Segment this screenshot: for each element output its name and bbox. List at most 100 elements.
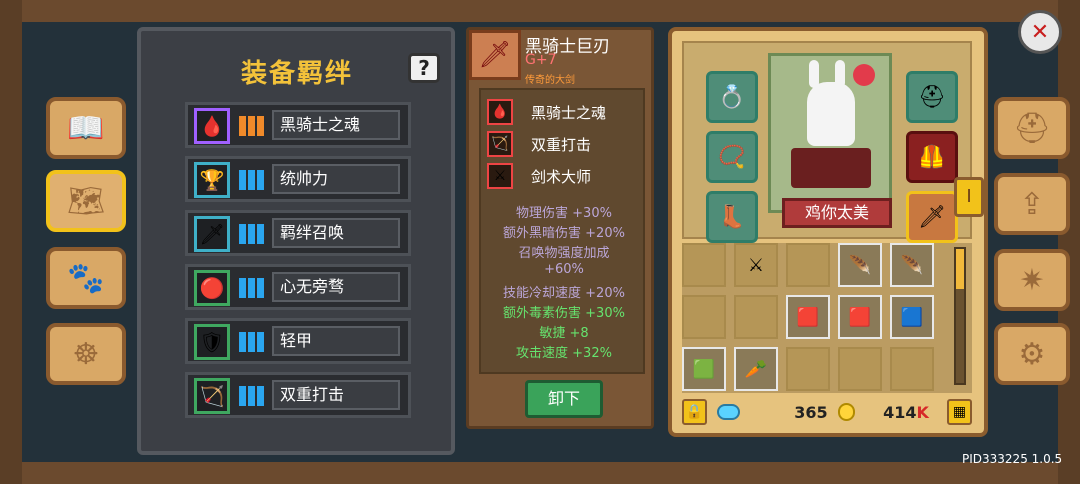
inv-red-card-1[interactable]: 🟥 xyxy=(786,295,830,339)
pet-tab[interactable]: 🐾 xyxy=(46,247,126,309)
bond-level-bars xyxy=(238,328,264,356)
inventory-empty-slot[interactable] xyxy=(682,295,726,339)
weapon-stat-line: 敏捷 +8 xyxy=(539,326,589,341)
inventory-empty-slot[interactable] xyxy=(734,295,778,339)
bond-label: 双重打击 xyxy=(272,380,400,410)
bond-row[interactable]: 🔴 心无旁骛 xyxy=(185,264,411,310)
weapon-skill-row: ⚔ 剑术大师 xyxy=(487,162,591,190)
weapon-detail-panel: 🗡 黑骑士巨刃 G+7 传奇的大剑 🩸 黑骑士之魂 🏹 双重打击 ⚔ 剑术大师 物理伤害 … xyxy=(466,27,654,429)
lock-button[interactable]: 🔒 xyxy=(682,399,708,425)
currency-bar: 🔒 365 414K ▦ xyxy=(682,397,972,427)
bond-row[interactable]: 🗡 羁绊召唤 xyxy=(185,210,411,256)
left-wood-border xyxy=(0,0,22,484)
skill-tab[interactable]: ✷ xyxy=(994,249,1070,311)
inventory-empty-slot[interactable] xyxy=(838,347,882,391)
close-icon: ✕ xyxy=(1030,19,1050,45)
bond-level-bar xyxy=(238,170,246,190)
scroll-icon: 🗺 xyxy=(66,183,106,219)
bottom-wood-border xyxy=(0,462,1080,484)
inventory-empty-slot[interactable] xyxy=(890,347,934,391)
coin-icon xyxy=(837,403,856,421)
amulet-slot[interactable]: 📿 xyxy=(706,131,758,183)
wheel-tab[interactable]: ☸ xyxy=(46,323,126,385)
weapon-stat-line: 额外黑暗伤害 +20% xyxy=(503,226,625,241)
weapon-skill-label: 双重打击 xyxy=(531,135,592,154)
close-button[interactable]: ✕ xyxy=(1018,10,1062,54)
helmet-icon: ⛑ xyxy=(1012,110,1052,146)
ring-slot[interactable]: 💍 xyxy=(706,71,758,123)
inv-feather-1[interactable]: 🪶 xyxy=(838,243,882,287)
inv-sword-locked[interactable]: ⚔ xyxy=(734,243,778,287)
bond-level-bar xyxy=(238,332,246,352)
gem-icon xyxy=(717,404,741,420)
bond-label: 统帅力 xyxy=(272,164,400,194)
focus-icon: 🔴 xyxy=(194,270,230,306)
upgrade-tab[interactable]: ⇪ xyxy=(994,173,1070,235)
character-portrait xyxy=(768,53,892,213)
light-armor-icon: 🛡 xyxy=(194,324,230,360)
inv-red-card-2[interactable]: 🟥 xyxy=(838,295,882,339)
inv-green-card[interactable]: 🟩 xyxy=(682,347,726,391)
bond-level-bar xyxy=(256,116,264,136)
inv-blue-card[interactable]: 🟦 xyxy=(890,295,934,339)
weapon-stats-box: 🩸 黑骑士之魂 🏹 双重打击 ⚔ 剑术大师 物理伤害 +30% 额外黑暗伤害 +20% 召唤物… xyxy=(479,88,645,374)
bond-level-bar xyxy=(256,224,264,244)
sort-grid-button[interactable]: ▦ xyxy=(946,399,972,425)
coin-value: 414 xyxy=(883,402,917,422)
helmet-tab[interactable]: ⛑ xyxy=(994,97,1070,159)
bond-level-bar xyxy=(256,332,264,352)
bond-label: 羁绊召唤 xyxy=(272,218,400,248)
inv-carrot[interactable]: 🥕 xyxy=(734,347,778,391)
inventory-scrollbar[interactable] xyxy=(954,247,966,385)
inventory-scroll-thumb[interactable] xyxy=(956,249,964,289)
weapon-stat-line: 攻击速度 +32% xyxy=(516,346,612,361)
inventory-empty-slot[interactable] xyxy=(786,347,830,391)
bond-level-bar xyxy=(247,278,255,298)
inventory-empty-slot[interactable] xyxy=(682,243,726,287)
help-button[interactable]: ? xyxy=(408,53,440,83)
bond-level-bars xyxy=(238,274,264,302)
equipment-zone: 💍 ⛑ 📿 🦺 👢 🗡 鸡你太美 xyxy=(682,41,972,243)
bond-row[interactable]: 🛡 轻甲 xyxy=(185,318,411,364)
right-wood-border xyxy=(1058,0,1080,484)
bond-level-bar xyxy=(256,386,264,406)
inventory-grid: ⚔ 🪶 🪶 🟥 🟥 🟦 🟩 🥕 xyxy=(682,243,972,393)
weapon-skill-row: 🩸 黑骑士之魂 xyxy=(487,98,606,126)
bond-level-bar xyxy=(238,278,246,298)
double-strike-icon: 🏹 xyxy=(194,378,230,414)
character-name: 鸡你太美 xyxy=(782,198,892,228)
sword-master-icon: ⚔ xyxy=(487,163,513,189)
settings-tab[interactable]: ⚙ xyxy=(994,323,1070,385)
bond-level-bar xyxy=(238,386,246,406)
helmet-slot[interactable]: ⛑ xyxy=(906,71,958,123)
weapon-subtitle: 传奇的大剑 xyxy=(525,75,575,86)
coin-count: 414K xyxy=(883,403,929,422)
weapon-slot[interactable]: 🗡 xyxy=(906,191,958,243)
upgrade-icon: ⇪ xyxy=(1019,186,1045,222)
armor-slot[interactable]: 🦺 xyxy=(906,131,958,183)
bond-label: 心无旁骛 xyxy=(272,272,400,302)
bond-level-bar xyxy=(256,278,264,298)
weapon-skill-label: 黑骑士之魂 xyxy=(531,103,607,122)
panel-toggle-tab[interactable]: I xyxy=(954,177,984,217)
boots-slot[interactable]: 👢 xyxy=(706,191,758,243)
greatsword-icon: 🗡 xyxy=(469,30,521,80)
summon-sword-icon: 🗡 xyxy=(194,216,230,252)
bond-row[interactable]: 🏹 双重打击 xyxy=(185,372,411,418)
bond-level-bar xyxy=(256,170,264,190)
rabbit-ear-right-icon xyxy=(835,60,845,88)
unequip-button[interactable]: 卸下 xyxy=(525,380,603,418)
inv-feather-2[interactable]: 🪶 xyxy=(890,243,934,287)
bond-panel-title: 装备羁绊 xyxy=(241,59,354,89)
inventory-empty-slot[interactable] xyxy=(786,243,830,287)
bond-row[interactable]: 🏆 统帅力 xyxy=(185,156,411,202)
weapon-stat-line: 物理伤害 +30% xyxy=(516,206,612,221)
bond-tab[interactable]: 🗺 xyxy=(46,170,126,232)
version-label: PID333225 1.0.5 xyxy=(962,452,1063,466)
bond-row[interactable]: 🩸 黑骑士之魂 xyxy=(185,102,411,148)
coin-suffix: K xyxy=(916,402,929,422)
compass-icon: ✷ xyxy=(1019,262,1045,298)
trophy-icon: 🏆 xyxy=(194,162,230,198)
book-tab[interactable]: 📖 xyxy=(46,97,126,159)
gear-icon: ⚙ xyxy=(1018,336,1046,372)
